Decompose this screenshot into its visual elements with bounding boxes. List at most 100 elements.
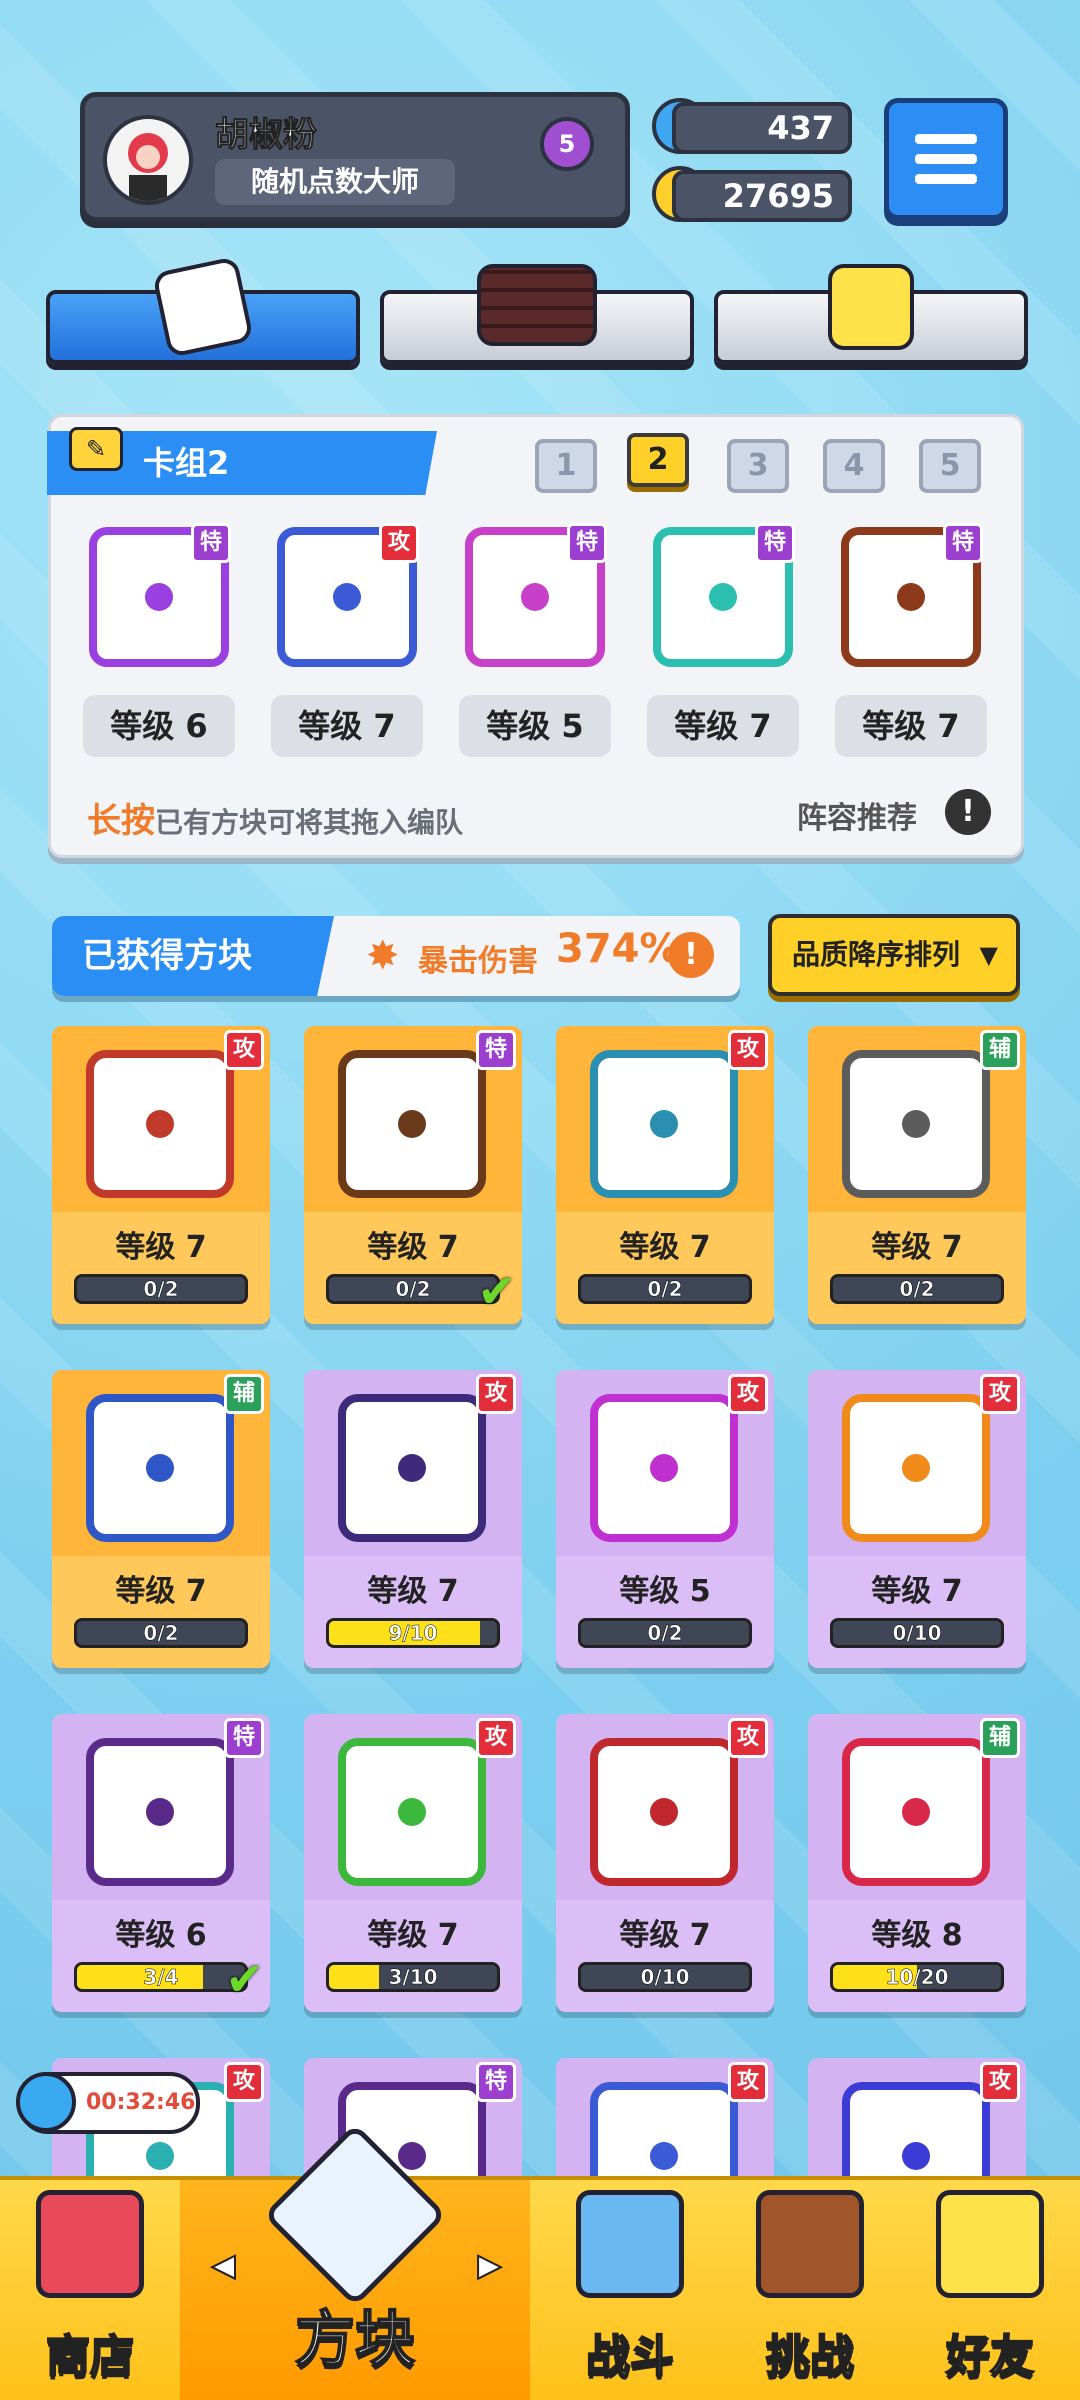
- deck-number-5[interactable]: 5: [919, 439, 981, 493]
- die-face-icon: [338, 1394, 486, 1542]
- die-type-tag: 攻: [728, 1374, 768, 1414]
- deck-die-slot[interactable]: 攻: [277, 523, 419, 667]
- die-pip: [146, 2142, 174, 2170]
- die-type-tag: 攻: [980, 2062, 1020, 2102]
- dice-card[interactable]: 攻等级 7 9/10: [304, 1370, 522, 1668]
- die-pip: [521, 583, 549, 611]
- menu-button[interactable]: [884, 98, 1008, 220]
- nav-challenge[interactable]: 挑战: [720, 2180, 900, 2400]
- die-type-tag: 攻: [476, 1374, 516, 1414]
- dice-card[interactable]: 特等级 7 0/2 ✔: [304, 1026, 522, 1324]
- dice-card[interactable]: 辅等级 7 0/2: [808, 1026, 1026, 1324]
- die-pip: [902, 2142, 930, 2170]
- die-type-tag: 辅: [224, 1374, 264, 1414]
- die-pip: [333, 583, 361, 611]
- nav-friends[interactable]: 好友: [900, 2180, 1080, 2400]
- upgrade-progress-bar: 0/10: [830, 1618, 1004, 1648]
- progress-text: 0/2: [899, 1277, 935, 1301]
- player-name: 胡椒粉: [215, 115, 318, 156]
- menu-line: [915, 154, 977, 164]
- deck-die-slot[interactable]: 特: [89, 523, 231, 667]
- progress-text: 10/20: [885, 1965, 949, 1989]
- card-level: 等级 5: [619, 1574, 711, 1609]
- avatar-character-icon: [128, 133, 168, 201]
- player-profile-panel[interactable]: 胡椒粉 随机点数大师 5: [80, 92, 630, 222]
- dice-card[interactable]: 特等级 6 3/4 ✔: [52, 1714, 270, 2012]
- die-pip: [650, 1798, 678, 1826]
- nav-right-arrow-icon[interactable]: ▶: [477, 2247, 508, 2284]
- die-pip: [902, 1798, 930, 1826]
- deck-die-slot[interactable]: 特: [841, 523, 983, 667]
- deck-number-2[interactable]: 2: [627, 433, 689, 487]
- nav-battle-label: 战斗: [585, 2330, 675, 2383]
- die-type-tag: 特: [943, 523, 983, 563]
- dice-card[interactable]: 攻等级 7 0/2: [52, 1026, 270, 1324]
- lineup-recommend-link[interactable]: 阵容推荐: [797, 793, 917, 837]
- progress-text: 9/10: [388, 1621, 438, 1645]
- crit-damage-label: 暴击伤害: [418, 944, 538, 979]
- die-type-tag: 辅: [980, 1030, 1020, 1070]
- nav-shop-label: 商店: [45, 2330, 135, 2383]
- die-pip: [650, 1110, 678, 1138]
- die-type-tag: 特: [755, 523, 795, 563]
- dice-icon: [151, 255, 255, 359]
- upgrade-progress-bar: 0/2: [74, 1274, 248, 1304]
- die-face-icon: [590, 1394, 738, 1542]
- die-face-icon: [86, 1394, 234, 1542]
- deck-number-1[interactable]: 1: [535, 439, 597, 493]
- upgrade-progress-bar: 3/10: [326, 1962, 500, 1992]
- progress-text: 0/2: [143, 1621, 179, 1645]
- player-title-badge: 随机点数大师: [215, 159, 455, 205]
- crit-damage-value: 374%: [556, 926, 680, 972]
- nav-battle[interactable]: 战斗: [540, 2180, 720, 2400]
- upgrade-progress-bar: 9/10: [326, 1618, 500, 1648]
- progress-text: 0/10: [640, 1965, 690, 1989]
- player-avatar[interactable]: [103, 115, 193, 205]
- battle-sword-shield-icon: [576, 2190, 684, 2298]
- dice-card[interactable]: 攻等级 7 0/2: [556, 1026, 774, 1324]
- owned-dice-title: 已获得方块: [52, 916, 334, 996]
- tab-dice[interactable]: [46, 255, 360, 364]
- challenge-sign-icon: [756, 2190, 864, 2298]
- nav-challenge-label: 挑战: [765, 2330, 855, 2383]
- timer-text: 00:32:46: [86, 2090, 196, 2115]
- dice-card[interactable]: 辅等级 8 10/20: [808, 1714, 1026, 2012]
- deck-number-3[interactable]: 3: [727, 439, 789, 493]
- event-timer[interactable]: 00:32:46: [16, 2072, 200, 2134]
- gem-count: 437: [672, 102, 852, 154]
- deck-number-4[interactable]: 4: [823, 439, 885, 493]
- nav-shop[interactable]: 商店: [0, 2180, 180, 2400]
- edit-pencil-icon[interactable]: ✎: [69, 427, 123, 471]
- info-icon[interactable]: !: [945, 789, 991, 835]
- upgrade-progress-bar: 0/2: [578, 1274, 752, 1304]
- in-deck-check-icon: ✔: [477, 1264, 516, 1318]
- card-level: 等级 6: [115, 1918, 207, 1953]
- dice-card[interactable]: 攻等级 7 0/10: [808, 1370, 1026, 1668]
- dice-card[interactable]: 攻等级 7 0/10: [556, 1714, 774, 2012]
- nav-dice-label: 方块: [294, 2304, 416, 2376]
- card-level: 等级 7: [115, 1230, 207, 1265]
- tab-emote[interactable]: [714, 264, 1028, 364]
- die-pip: [146, 1454, 174, 1482]
- drag-hint: 长按已有方块可将其拖入编队: [87, 793, 463, 842]
- hint-text: 已有方块可将其拖入编队: [155, 806, 464, 839]
- die-pip: [398, 1454, 426, 1482]
- upgrade-progress-bar: 0/2: [74, 1618, 248, 1648]
- card-level: 等级 7: [619, 1230, 711, 1265]
- sort-dropdown[interactable]: 品质降序排列 ▼: [768, 914, 1020, 996]
- dice-card[interactable]: 攻等级 7 3/10: [304, 1714, 522, 2012]
- nav-dice[interactable]: 方块: [180, 2123, 530, 2400]
- tab-board[interactable]: [380, 264, 694, 364]
- deck-die-slot[interactable]: 特: [465, 523, 607, 667]
- progress-text: 0/10: [892, 1621, 942, 1645]
- dice-card[interactable]: 辅等级 7 0/2: [52, 1370, 270, 1668]
- die-face-icon: [842, 1050, 990, 1198]
- die-face-icon: [590, 1738, 738, 1886]
- upgrade-progress-bar: 0/10: [578, 1962, 752, 1992]
- die-type-tag: 特: [567, 523, 607, 563]
- dice-card[interactable]: 攻等级 5 0/2: [556, 1370, 774, 1668]
- nav-left-arrow-icon[interactable]: ◀: [211, 2247, 242, 2284]
- deck-die-slot[interactable]: 特: [653, 523, 795, 667]
- die-type-tag: 攻: [980, 1374, 1020, 1414]
- crit-info-icon[interactable]: !: [668, 932, 714, 978]
